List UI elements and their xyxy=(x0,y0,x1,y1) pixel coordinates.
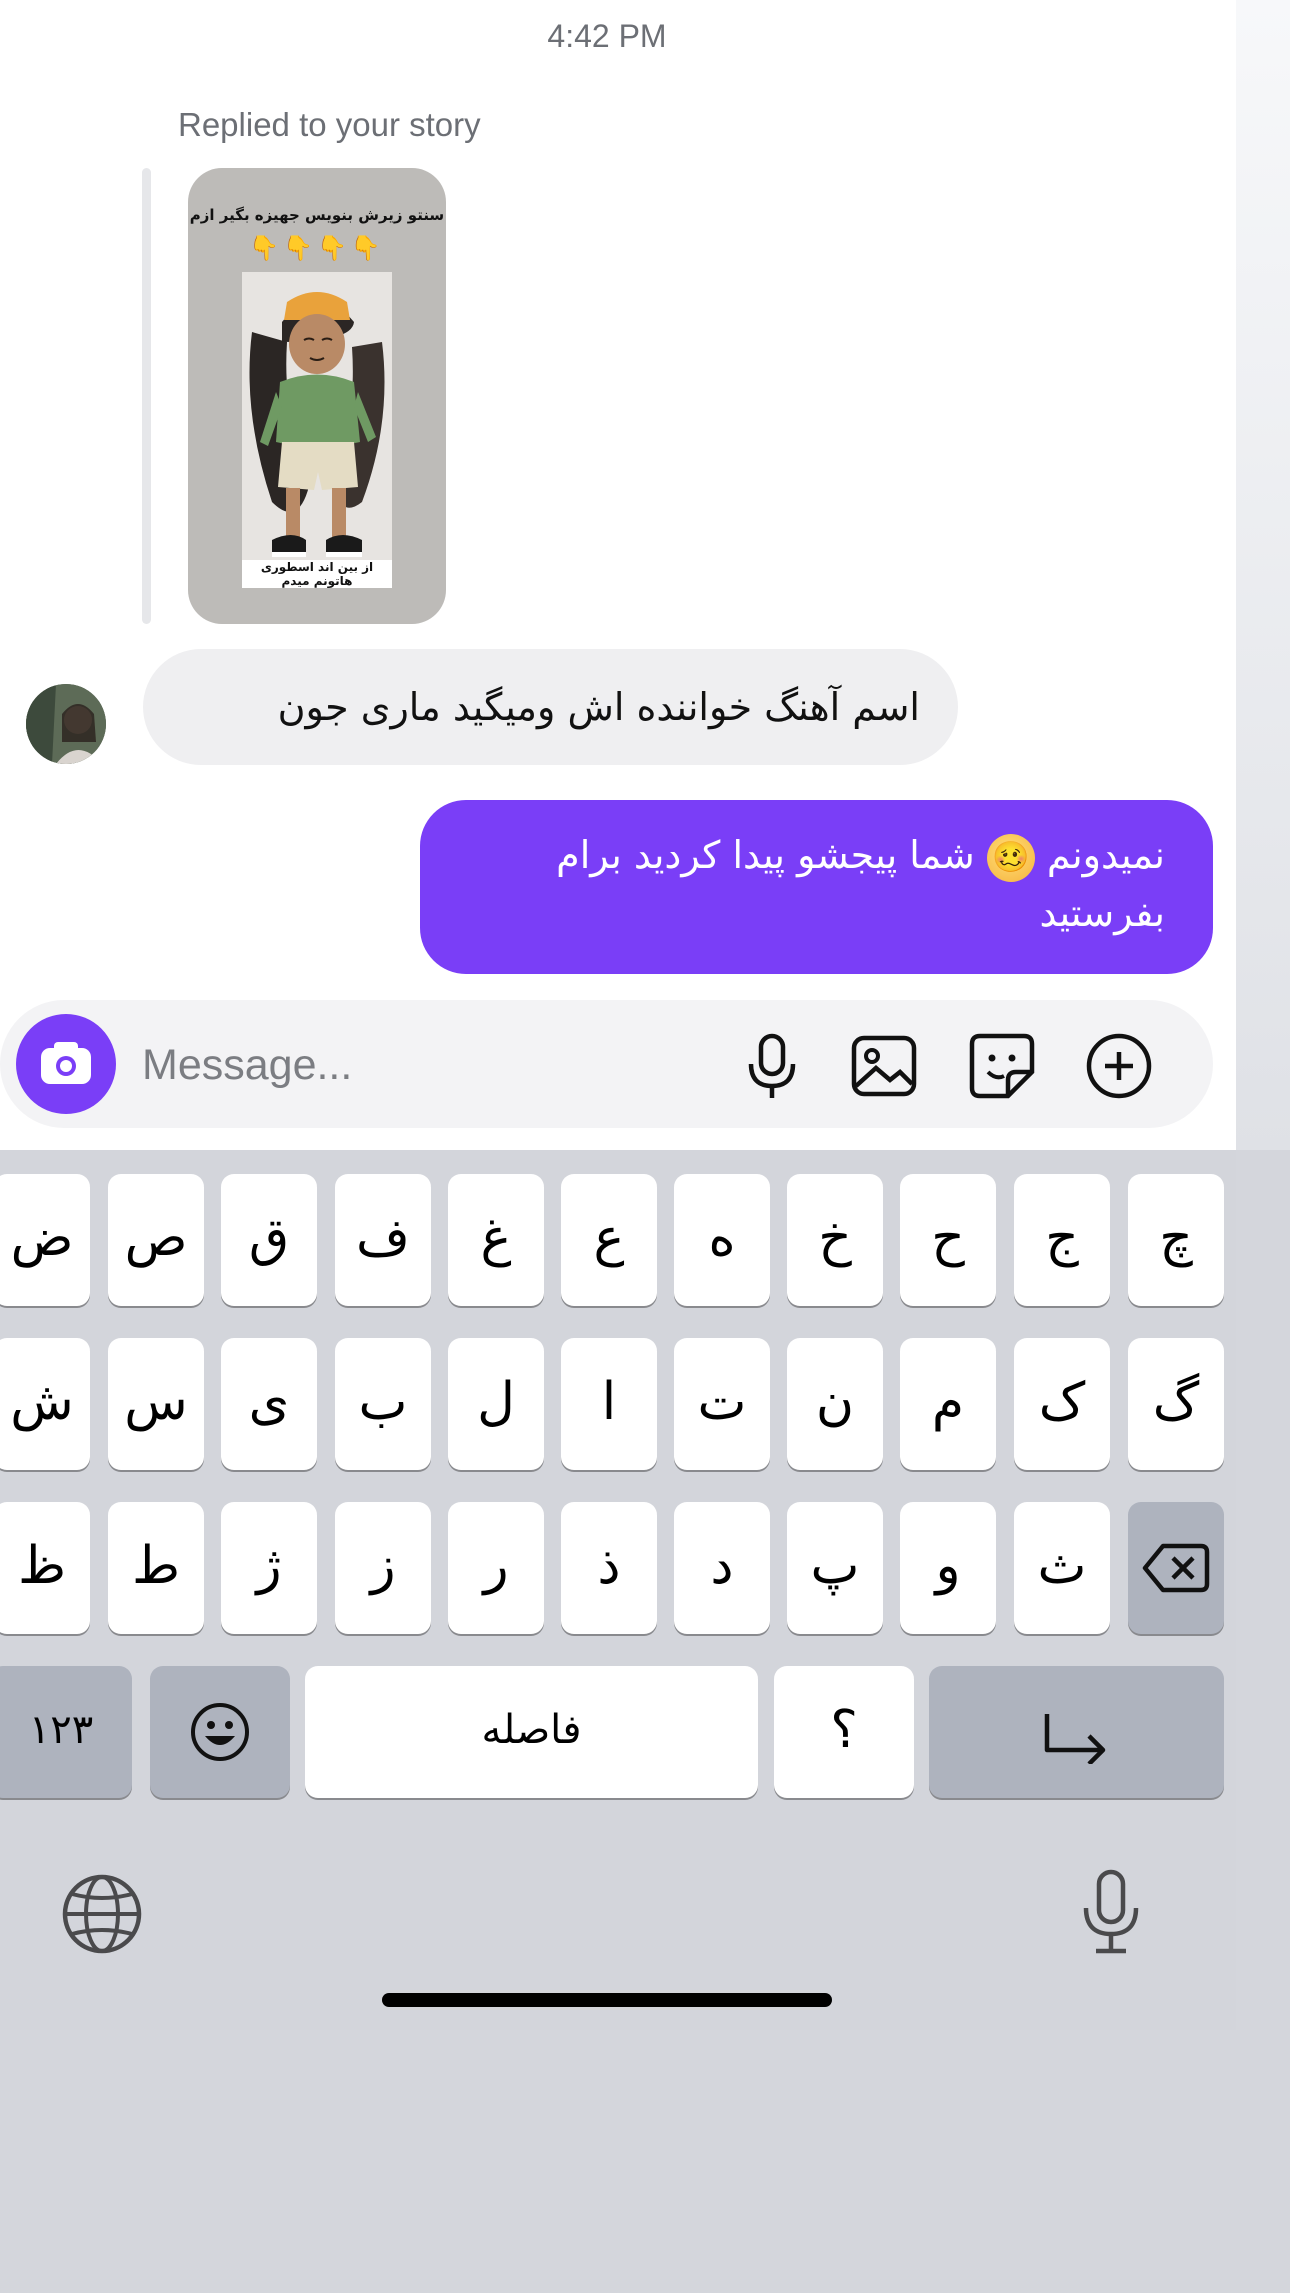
key-row3-9[interactable]: ث xyxy=(1014,1502,1110,1634)
camera-icon xyxy=(41,1042,91,1084)
cartoon-figure-image xyxy=(242,272,392,588)
key-row1-1[interactable]: ص xyxy=(108,1174,204,1306)
story-thumbnail[interactable]: سنتو زیرش بنویس جهیزه بگیر ازم 👇👇👇👇 از ب… xyxy=(188,168,446,624)
emoji-icon xyxy=(191,1703,249,1761)
key-row1-7[interactable]: خ xyxy=(787,1174,883,1306)
sticker-icon[interactable] xyxy=(966,1030,1038,1102)
key-row1-10[interactable]: چ xyxy=(1128,1174,1224,1306)
sender-avatar[interactable] xyxy=(26,684,106,764)
outgoing-message-bubble[interactable]: نمیدونم 🥴 شما پیجشو پیدا کردید برام بفرس… xyxy=(420,800,1213,974)
punctuation-key[interactable]: ؟ xyxy=(774,1666,914,1798)
story-caption-bottom: از بین اند اسطوری هاتونم میدم xyxy=(242,560,392,588)
key-row1-4[interactable]: غ xyxy=(448,1174,544,1306)
gallery-icon[interactable] xyxy=(848,1030,920,1102)
message-input[interactable] xyxy=(140,1030,704,1100)
key-row2-4[interactable]: ل xyxy=(448,1338,544,1470)
key-row3-8[interactable]: و xyxy=(900,1502,996,1634)
return-icon xyxy=(1044,1714,1105,1766)
avatar-photo xyxy=(26,684,106,764)
key-row3-5[interactable]: ذ xyxy=(561,1502,657,1634)
key-row3-1[interactable]: ط xyxy=(108,1502,204,1634)
chat-screen: 4:42 PM Replied to your story سنتو زیرش … xyxy=(0,0,1236,2030)
key-row3-7[interactable]: پ xyxy=(787,1502,883,1634)
story-illustration xyxy=(242,272,392,588)
backspace-key[interactable] xyxy=(1128,1502,1224,1634)
home-indicator[interactable] xyxy=(382,1993,832,2007)
key-row1-9[interactable]: ج xyxy=(1014,1174,1110,1306)
key-row2-6[interactable]: ت xyxy=(674,1338,770,1470)
key-row2-10[interactable]: گ xyxy=(1128,1338,1224,1470)
key-row1-6[interactable]: ه xyxy=(674,1174,770,1306)
key-row2-9[interactable]: ک xyxy=(1014,1338,1110,1470)
dictation-icon[interactable] xyxy=(1078,1868,1144,1956)
key-row1-2[interactable]: ق xyxy=(221,1174,317,1306)
key-row2-2[interactable]: ی xyxy=(221,1338,317,1470)
message-timestamp: 4:42 PM xyxy=(547,18,667,54)
key-row3-2[interactable]: ژ xyxy=(221,1502,317,1634)
story-pointing-hands: 👇👇👇👇 xyxy=(249,234,385,262)
incoming-message-bubble[interactable]: اسم آهنگ خواننده اش ومیگید ماری جون xyxy=(143,649,958,765)
story-caption-top: سنتو زیرش بنویس جهیزه بگیر ازم xyxy=(189,206,445,224)
outgoing-text-start: نمیدونم xyxy=(1034,833,1165,877)
numbers-key[interactable]: ۱۲۳ xyxy=(0,1666,132,1798)
key-row1-8[interactable]: ح xyxy=(900,1174,996,1306)
key-row2-8[interactable]: م xyxy=(900,1338,996,1470)
space-key[interactable]: فاصله xyxy=(305,1666,758,1798)
key-row3-3[interactable]: ز xyxy=(335,1502,431,1634)
key-row2-1[interactable]: س xyxy=(108,1338,204,1470)
side-gradient-strip xyxy=(1236,0,1290,1150)
emoji-key[interactable] xyxy=(150,1666,290,1798)
key-row3-6[interactable]: د xyxy=(674,1502,770,1634)
persian-keyboard: ضصقفغعهخحجچ شسیبلاتنمکگ ظطژزرذدپوث ۱۲۳ ف… xyxy=(0,1150,1236,2030)
woozy-face-emoji: 🥴 xyxy=(986,833,1035,882)
reply-indicator-bar xyxy=(142,168,151,624)
return-key[interactable] xyxy=(929,1666,1224,1798)
key-row1-0[interactable]: ض xyxy=(0,1174,90,1306)
key-row2-7[interactable]: ن xyxy=(787,1338,883,1470)
key-row1-3[interactable]: ف xyxy=(335,1174,431,1306)
key-row2-5[interactable]: ا xyxy=(561,1338,657,1470)
plus-icon[interactable] xyxy=(1083,1030,1155,1102)
globe-icon[interactable] xyxy=(60,1872,144,1956)
key-row3-0[interactable]: ظ xyxy=(0,1502,90,1634)
camera-button[interactable] xyxy=(16,1014,116,1114)
microphone-icon[interactable] xyxy=(736,1030,808,1102)
backspace-icon xyxy=(1142,1543,1210,1593)
key-row3-4[interactable]: ر xyxy=(448,1502,544,1634)
story-reply-label: Replied to your story xyxy=(178,106,481,143)
key-row2-0[interactable]: ش xyxy=(0,1338,90,1470)
key-row1-5[interactable]: ع xyxy=(561,1174,657,1306)
key-row2-3[interactable]: ب xyxy=(335,1338,431,1470)
